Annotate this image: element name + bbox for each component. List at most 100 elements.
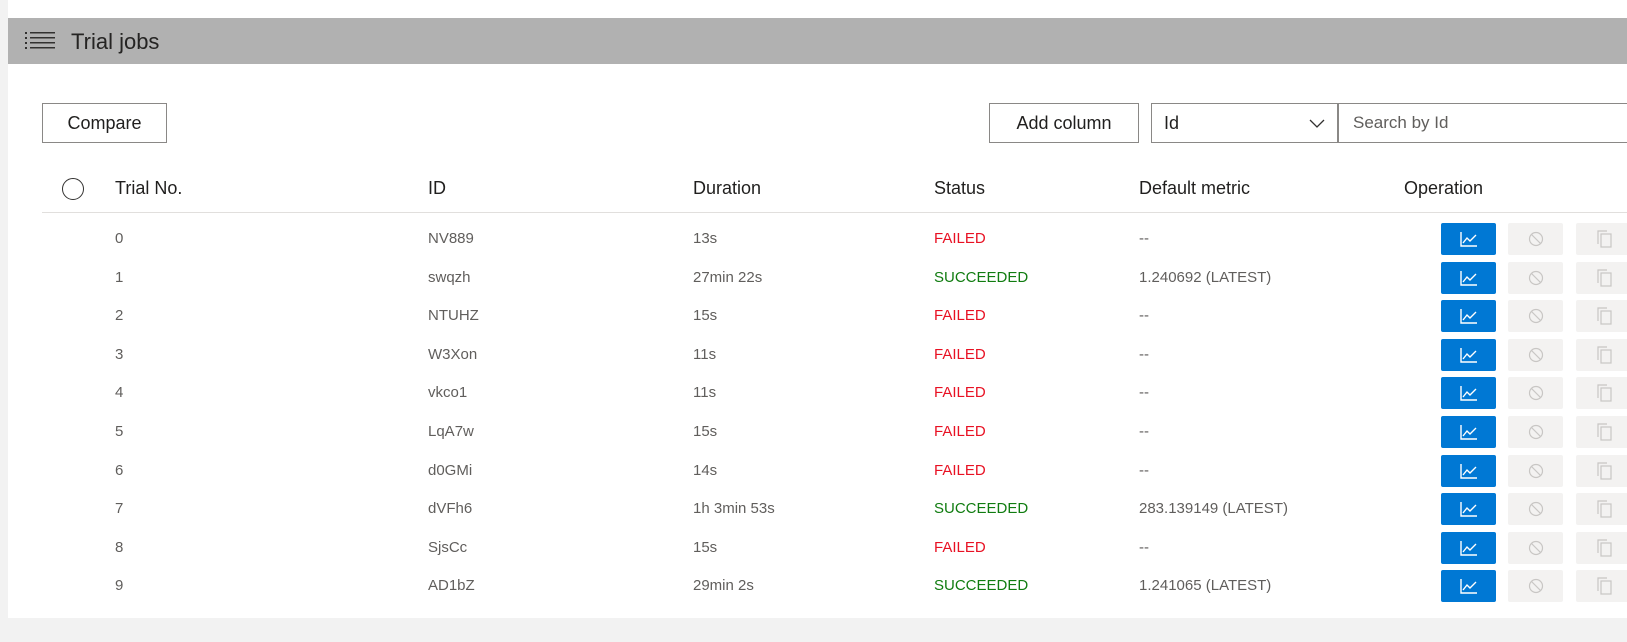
- cell-trial-no: 2: [115, 307, 124, 325]
- copy-trial-button[interactable]: [1576, 570, 1627, 603]
- column-header-trial-no[interactable]: Trial No.: [115, 178, 182, 199]
- copy-trial-button[interactable]: [1576, 261, 1627, 294]
- cancel-icon: [1528, 309, 1543, 324]
- kill-trial-button[interactable]: [1508, 416, 1563, 448]
- copy-trial-button[interactable]: [1576, 300, 1627, 333]
- trial-detail-button[interactable]: [1441, 570, 1496, 603]
- copy-trial-button[interactable]: [1576, 223, 1627, 255]
- copy-icon: [1596, 230, 1612, 248]
- table-row: 4 vkco1 11s FAILED --: [42, 374, 1627, 414]
- cell-trial-no: 4: [115, 384, 124, 402]
- table-row: 2 NTUHZ 15s FAILED --: [42, 297, 1627, 337]
- copy-icon: [1596, 423, 1612, 441]
- cell-trial-no: 9: [115, 577, 124, 595]
- page-left-margin: [0, 0, 8, 642]
- trial-detail-button[interactable]: [1441, 531, 1496, 564]
- copy-icon: [1596, 539, 1612, 557]
- table-row: 9 AD1bZ 29min 2s SUCCEEDED 1.241065 (LATEST): [42, 567, 1627, 607]
- copy-trial-button[interactable]: [1576, 338, 1627, 371]
- kill-trial-button[interactable]: [1508, 377, 1563, 410]
- cell-trial-no: 0: [115, 230, 124, 247]
- chart-line-icon: [1459, 232, 1477, 247]
- copy-icon: [1596, 577, 1612, 595]
- trial-detail-button[interactable]: [1441, 416, 1496, 448]
- cell-duration: 11s: [693, 384, 717, 402]
- table-row: 7 dVFh6 1h 3min 53s SUCCEEDED 283.139149 (LA…: [42, 490, 1627, 530]
- cell-default-metric: --: [1139, 461, 1149, 479]
- kill-trial-button[interactable]: [1508, 570, 1563, 603]
- cancel-icon: [1528, 386, 1543, 401]
- copy-icon: [1596, 500, 1612, 518]
- cell-duration: 15s: [693, 538, 718, 556]
- copy-icon: [1596, 384, 1612, 402]
- trial-detail-button[interactable]: [1441, 300, 1496, 333]
- kill-trial-button[interactable]: [1508, 261, 1563, 294]
- cell-status: FAILED: [934, 307, 986, 325]
- trial-detail-button[interactable]: [1441, 454, 1496, 487]
- cell-status: SUCCEEDED: [934, 268, 1029, 286]
- cell-duration: 14s: [693, 461, 718, 479]
- search-input[interactable]: [1338, 103, 1627, 143]
- copy-trial-button[interactable]: [1576, 377, 1627, 410]
- cancel-icon: [1528, 231, 1543, 247]
- trial-jobs-panel: Trial jobs Compare Add column Id Trial N…: [8, 18, 1627, 618]
- panel-title-bar: Trial jobs: [8, 18, 1627, 64]
- page-bottom-margin: [0, 617, 1627, 642]
- copy-icon: [1596, 268, 1612, 287]
- cell-trial-no: 6: [115, 461, 124, 479]
- column-header-operation: Operation: [1404, 178, 1484, 198]
- cell-default-metric: 1.241065 (LATEST): [1139, 577, 1272, 595]
- trial-detail-button[interactable]: [1441, 338, 1496, 371]
- cell-id: AD1bZ: [428, 577, 475, 595]
- cell-trial-no: 3: [115, 345, 124, 363]
- kill-trial-button[interactable]: [1508, 454, 1563, 487]
- compare-button[interactable]: Compare: [42, 103, 167, 143]
- list-icon: [25, 32, 55, 49]
- kill-trial-button[interactable]: [1508, 493, 1563, 526]
- copy-trial-button[interactable]: [1576, 416, 1627, 448]
- cell-duration: 29min 2s: [693, 577, 754, 595]
- cell-status: FAILED: [934, 461, 986, 479]
- add-column-button[interactable]: Add column: [989, 103, 1139, 143]
- cell-duration: 27min 22s: [693, 268, 763, 286]
- cell-id: NTUHZ: [428, 307, 479, 325]
- chart-line-icon: [1459, 463, 1477, 479]
- cell-id: SjsCc: [428, 538, 468, 556]
- chevron-down-icon: [1309, 119, 1325, 128]
- copy-trial-button[interactable]: [1576, 493, 1627, 526]
- cell-id: vkco1: [428, 384, 468, 402]
- table-row: 3 W3Xon 11s FAILED --: [42, 336, 1627, 376]
- kill-trial-button[interactable]: [1508, 531, 1563, 564]
- table-row: 8 SjsCc 15s FAILED --: [42, 529, 1627, 569]
- cancel-icon: [1528, 540, 1543, 555]
- trial-detail-button[interactable]: [1441, 493, 1496, 526]
- cell-default-metric: --: [1139, 307, 1149, 325]
- search-field-dropdown[interactable]: Id: [1151, 103, 1338, 143]
- trial-detail-button[interactable]: [1441, 377, 1496, 410]
- column-header-status[interactable]: Status: [934, 178, 985, 199]
- chart-line-icon: [1459, 347, 1477, 363]
- column-header-default-metric[interactable]: Default metric: [1139, 178, 1250, 199]
- cell-default-metric: --: [1139, 230, 1149, 247]
- trial-detail-button[interactable]: [1441, 261, 1496, 294]
- cell-default-metric: 283.139149 (LATEST): [1139, 500, 1288, 518]
- kill-trial-button[interactable]: [1508, 300, 1563, 333]
- copy-trial-button[interactable]: [1576, 531, 1627, 564]
- copy-trial-button[interactable]: [1576, 454, 1627, 487]
- cell-status: SUCCEEDED: [934, 500, 1029, 518]
- kill-trial-button[interactable]: [1508, 223, 1563, 255]
- table-row: 6 d0GMi 14s FAILED --: [42, 452, 1627, 492]
- column-header-duration[interactable]: Duration: [693, 178, 761, 199]
- trial-detail-button[interactable]: [1441, 223, 1496, 255]
- cancel-icon: [1528, 579, 1543, 594]
- select-all-checkbox[interactable]: [62, 178, 84, 200]
- chart-line-icon: [1459, 502, 1477, 517]
- column-header-id[interactable]: ID: [428, 178, 446, 199]
- copy-icon: [1596, 307, 1612, 325]
- cell-default-metric: --: [1139, 423, 1149, 440]
- cell-default-metric: 1.240692 (LATEST): [1139, 268, 1272, 286]
- cell-id: dVFh6: [428, 500, 473, 518]
- kill-trial-button[interactable]: [1508, 338, 1563, 371]
- cell-trial-no: 1: [115, 268, 124, 286]
- cell-duration: 13s: [693, 230, 718, 247]
